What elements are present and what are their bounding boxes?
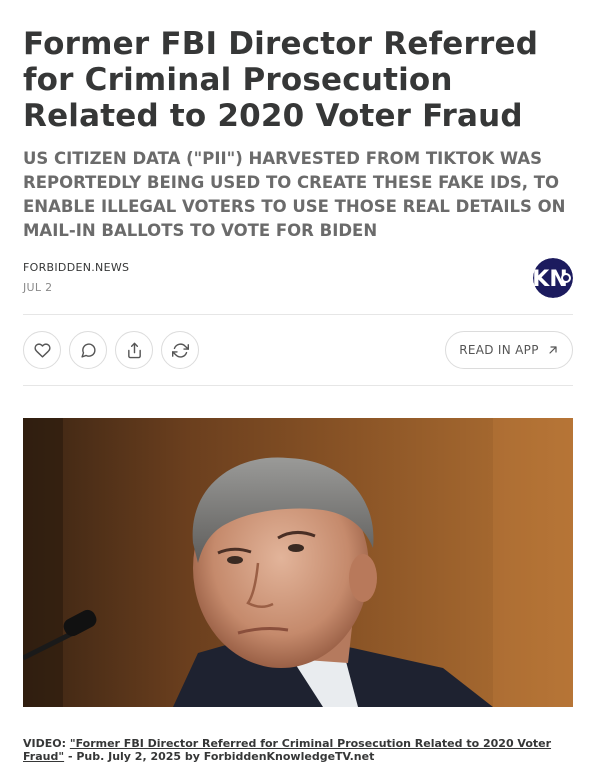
publisher-logo[interactable]: KN (533, 258, 573, 298)
comment-icon (80, 342, 96, 358)
divider-top (23, 314, 573, 315)
restack-icon (171, 342, 189, 358)
caption-suffix: - Pub. July 2, 2025 by ForbiddenKnowledg… (64, 749, 375, 763)
publisher-name[interactable]: FORBIDDEN.NEWS (23, 261, 129, 274)
heart-icon (33, 342, 51, 358)
article-image[interactable] (23, 418, 573, 707)
arrow-up-right-icon (549, 346, 557, 354)
article-subtitle: US CITIZEN DATA ("PII") HARVESTED FROM T… (23, 149, 566, 240)
article-title: Former FBI Director Referred for Crimina… (23, 26, 539, 134)
publish-date: JUL 2 (23, 281, 53, 294)
caption-prefix: VIDEO: (23, 737, 70, 750)
read-in-app-button[interactable]: READ IN APP (445, 331, 573, 369)
share-button[interactable] (115, 331, 153, 369)
restack-button[interactable] (161, 331, 199, 369)
divider-bottom (23, 385, 573, 386)
image-caption: VIDEO: "Former FBI Director Referred for… (23, 737, 573, 763)
share-icon (127, 342, 141, 358)
publisher-logo-icon: KN (533, 258, 573, 298)
read-in-app-label: READ IN APP (459, 343, 539, 357)
portrait-photo (23, 418, 573, 707)
like-button[interactable] (23, 331, 61, 369)
comment-button[interactable] (69, 331, 107, 369)
